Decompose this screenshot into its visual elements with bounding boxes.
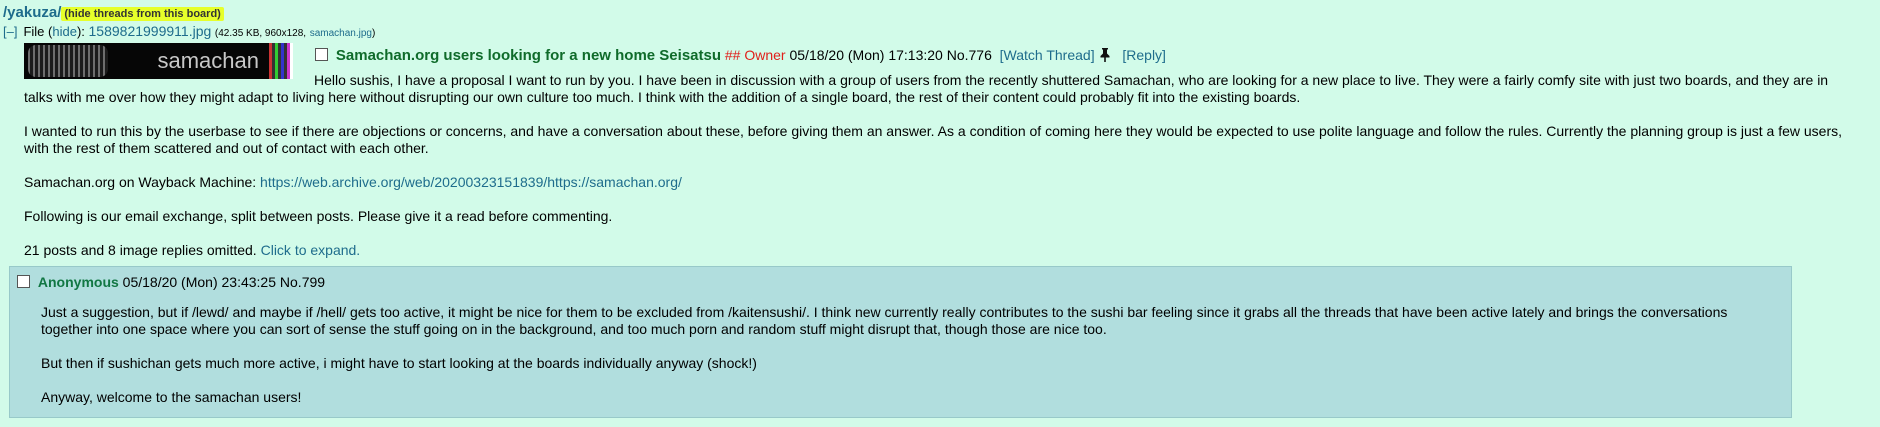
reply-paragraph-1: Just a suggestion, but if /lewd/ and may… — [41, 304, 1728, 337]
reply-no-label[interactable]: No. — [280, 274, 302, 290]
collapse-thread-toggle[interactable]: [–] — [3, 24, 17, 39]
file-label-close: ): — [76, 24, 85, 39]
reply-author: Anonymous — [37, 274, 119, 290]
thumbnail-brand-text: samachan — [157, 48, 259, 73]
hide-threads-button[interactable]: (hide threads from this board) — [61, 7, 224, 21]
op-subject: Samachan.org users looking for a new hom… — [335, 47, 721, 64]
op-datetime: 05/18/20 (Mon) 17:13:20 — [789, 47, 943, 63]
file-link[interactable]: 1589821999911.jpg — [89, 23, 212, 39]
op-no-label[interactable]: No. — [947, 47, 969, 63]
file-info: [–] File (hide): 1589821999911.jpg (42.35… — [3, 23, 375, 42]
file-meta: (42.35 KB, 960x128, — [214, 28, 307, 39]
op-paragraph-2: I wanted to run this by the userbase to … — [24, 123, 1842, 156]
reply-header: Anonymous 05/18/20 (Mon) 23:43:25 No.799 — [17, 273, 325, 291]
watch-thread-link[interactable]: [Watch Thread] — [1000, 47, 1095, 63]
op-following: Following is our email exchange, split b… — [24, 208, 613, 224]
op-wayback-line: Samachan.org on Wayback Machine: https:/… — [24, 174, 1854, 191]
omitted-text: 21 posts and 8 image replies omitted. — [24, 242, 257, 258]
reply-paragraph-2: But then if sushichan gets much more act… — [41, 355, 757, 371]
reply-select-checkbox[interactable] — [17, 275, 30, 288]
op-capcode: ## Owner — [724, 47, 786, 63]
pin-icon — [1099, 48, 1111, 66]
op-post-number[interactable]: 776 — [969, 47, 992, 63]
reply-paragraph-3: Anyway, welcome to the samachan users! — [41, 389, 302, 405]
file-label: File ( — [23, 24, 53, 39]
board-header: /yakuza/(hide threads from this board) — [3, 4, 224, 23]
expand-thread-link[interactable]: Click to expand. — [261, 242, 361, 258]
hide-image-link[interactable]: hide — [52, 24, 77, 39]
op-body: Hello sushis, I have a proposal I want t… — [24, 72, 1854, 276]
op-header: Samachan.org users looking for a new hom… — [315, 46, 1166, 66]
reply-link[interactable]: [Reply] — [1122, 47, 1166, 63]
reply-datetime: 05/18/20 (Mon) 23:43:25 — [122, 274, 277, 290]
reply-post-number[interactable]: 799 — [302, 274, 325, 290]
op-paragraph-1: Hello sushis, I have a proposal I want t… — [24, 72, 1829, 105]
op-select-checkbox[interactable] — [315, 48, 328, 61]
original-filename-link[interactable]: samachan.jpg — [310, 28, 372, 39]
board-link[interactable]: /yakuza/ — [3, 4, 61, 21]
omitted-notice: 21 posts and 8 image replies omitted. Cl… — [24, 242, 1854, 259]
file-meta-close: ) — [371, 28, 376, 39]
reply-post: Anonymous 05/18/20 (Mon) 23:43:25 No.799… — [9, 266, 1792, 418]
wayback-link[interactable]: https://web.archive.org/web/202003231518… — [260, 174, 682, 190]
wayback-label: Samachan.org on Wayback Machine: — [24, 174, 257, 190]
reply-body: Just a suggestion, but if /lewd/ and may… — [41, 304, 1741, 423]
